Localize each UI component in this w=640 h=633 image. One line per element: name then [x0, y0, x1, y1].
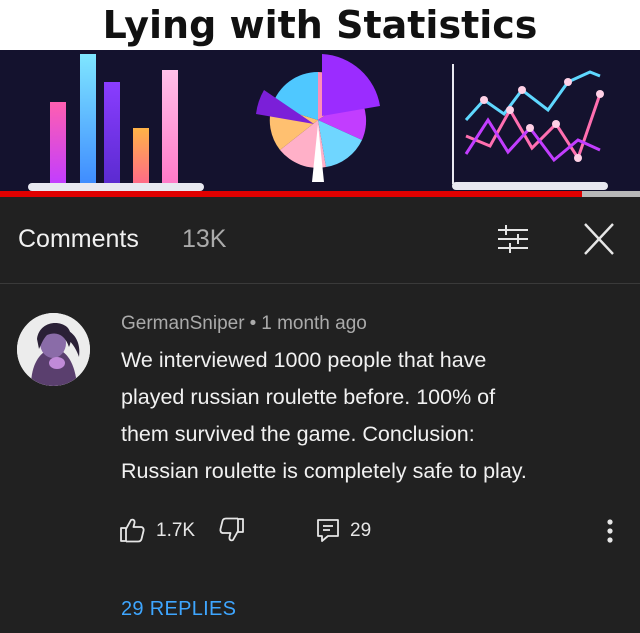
comments-header: Comments 13K [0, 197, 640, 283]
thumbnail-title: Lying with Statistics [102, 3, 538, 47]
comment-line: We interviewed 1000 people that have [121, 348, 487, 372]
line-chart-illustration [452, 64, 608, 190]
view-replies-link[interactable]: 29 REPLIES [121, 598, 236, 621]
avatar[interactable] [17, 313, 90, 386]
comment-time: 1 month ago [261, 313, 367, 334]
comments-title: Comments [18, 225, 139, 253]
thumbnail-illustration [28, 54, 608, 191]
filter-sort-icon[interactable] [494, 221, 532, 257]
comment-actions: 1.7K 29 [0, 512, 640, 552]
comment-author[interactable]: GermanSniper [121, 313, 245, 334]
comment-meta: GermanSniper • 1 month ago [121, 313, 367, 335]
bar-chart-illustration [28, 54, 204, 191]
thumbs-down-icon[interactable] [218, 516, 246, 544]
comment-line: Russian roulette is completely safe to p… [121, 459, 527, 483]
video-thumbnail[interactable] [0, 50, 640, 192]
more-vertical-icon[interactable] [598, 514, 622, 548]
header-divider [0, 283, 640, 284]
meta-separator: • [249, 313, 257, 334]
pie-chart-illustration [256, 54, 380, 182]
thumbs-up-icon[interactable] [118, 516, 146, 544]
close-icon[interactable] [580, 221, 618, 257]
reply-count: 29 [350, 520, 372, 541]
comment-line: them survived the game. Conclusion: [121, 422, 475, 446]
like-count: 1.7K [156, 520, 196, 541]
avatar-image [17, 313, 90, 386]
thumbnail-title-bar: Lying with Statistics [0, 0, 640, 50]
comment-line: played russian roulette before. 100% of [121, 385, 496, 409]
comment-text: We interviewed 1000 people that have pla… [121, 342, 621, 490]
comments-count: 13K [182, 225, 227, 253]
reply-icon[interactable] [314, 516, 342, 544]
